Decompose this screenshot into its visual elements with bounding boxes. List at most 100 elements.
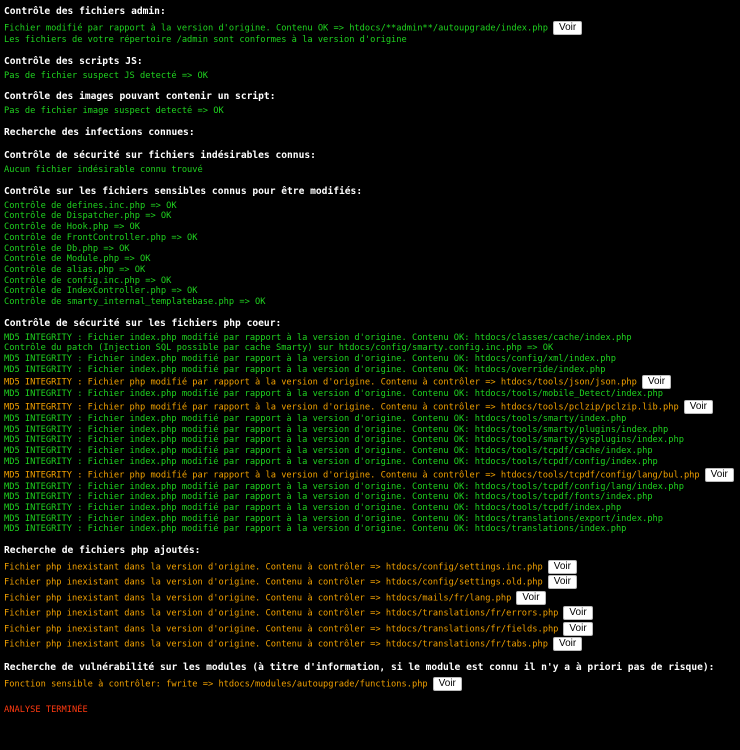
section-title: Contrôle de sécurité sur fichiers indési… bbox=[4, 150, 316, 162]
result-text: Fichier php inexistant dans la version d… bbox=[4, 624, 559, 634]
result-text: MD5 INTEGRITY : Fichier index.php modifi… bbox=[4, 513, 664, 524]
result-text: Contrôle de IndexController.php => OK bbox=[4, 286, 198, 297]
view-file-button[interactable]: Voir bbox=[516, 590, 546, 605]
result-text: Fichier php inexistant dans la version d… bbox=[4, 593, 512, 604]
section-modules: Recherche de vulnérabilité sur les modul… bbox=[4, 661, 740, 692]
result-text: MD5 INTEGRITY : Fichier index.php modifi… bbox=[4, 389, 664, 400]
result-line: Aucun fichier indésirable connu trouvé bbox=[4, 165, 740, 176]
result-text: MD5 INTEGRITY : Fichier index.php modifi… bbox=[4, 332, 632, 343]
result-line: Fichier php inexistant dans la version d… bbox=[4, 575, 740, 590]
view-file-button[interactable]: Voir bbox=[552, 636, 583, 651]
result-text: Contrôle de defines.inc.php => OK bbox=[4, 200, 177, 211]
result-text: Contrôle de Hook.php => OK bbox=[4, 222, 140, 233]
result-line: Fichier php inexistant dans la version d… bbox=[4, 636, 740, 652]
result-text: Fichier php inexistant dans la version d… bbox=[4, 639, 548, 650]
result-line: MD5 INTEGRITY : Fichier index.php modifi… bbox=[4, 482, 740, 493]
section-js: Contrôle des scripts JS: Pas de fichier s… bbox=[4, 55, 740, 82]
result-line: MD5 INTEGRITY : Fichier index.php modifi… bbox=[4, 365, 740, 376]
view-file-button[interactable]: Voir bbox=[547, 559, 577, 574]
result-text: Contrôle de smarty_internal_templatebase… bbox=[4, 296, 266, 307]
result-line: MD5 INTEGRITY : Fichier index.php modifi… bbox=[4, 425, 740, 436]
result-line: Contrôle de config.inc.php => OK bbox=[4, 276, 740, 287]
result-line: Fichier php inexistant dans la version d… bbox=[4, 606, 740, 621]
result-line: MD5 INTEGRITY : Fichier index.php modifi… bbox=[4, 503, 740, 514]
result-text: MD5 INTEGRITY : Fichier index.php modifi… bbox=[4, 424, 669, 435]
result-text: Contrôle du patch (Injection SQL possibl… bbox=[4, 343, 554, 354]
result-text: MD5 INTEGRITY : Fichier index.php modifi… bbox=[4, 492, 653, 503]
section-title: Recherche de fichiers php ajoutés: bbox=[4, 544, 201, 556]
result-line: MD5 INTEGRITY : Fichier index.php modifi… bbox=[4, 446, 740, 457]
result-line: Contrôle de Hook.php => OK bbox=[4, 222, 740, 233]
result-text: Contrôle de Db.php => OK bbox=[4, 243, 130, 254]
result-line: Contrôle de smarty_internal_templatebase… bbox=[4, 297, 740, 308]
result-list: Fichier php inexistant dans la version d… bbox=[4, 559, 740, 652]
section-images: Contrôle des images pouvant contenir un … bbox=[4, 90, 740, 117]
result-line: Fichier php inexistant dans la version d… bbox=[4, 621, 740, 637]
result-text: Pas de fichier image suspect detecté => … bbox=[4, 106, 224, 117]
result-list: Pas de fichier suspect JS detecté => OK bbox=[4, 71, 740, 82]
section-title: Recherche de vulnérabilité sur les modul… bbox=[4, 662, 715, 674]
result-text: Contrôle de alias.php => OK bbox=[4, 264, 146, 275]
result-text: MD5 INTEGRITY : Fichier index.php modifi… bbox=[4, 435, 684, 446]
result-line: Les fichiers de votre répertoire /admin … bbox=[4, 35, 740, 46]
result-text: MD5 INTEGRITY : Fichier index.php modifi… bbox=[4, 364, 606, 375]
result-text: Fichier modifié par rapport à la version… bbox=[4, 23, 548, 34]
result-text: MD5 INTEGRITY : Fichier php modifié par … bbox=[4, 470, 700, 480]
view-file-button[interactable]: Voir bbox=[563, 606, 593, 621]
result-text: MD5 INTEGRITY : Fichier index.php modifi… bbox=[4, 414, 627, 425]
result-line: MD5 INTEGRITY : Fichier php modifié par … bbox=[4, 400, 740, 415]
section-title: Contrôle de sécurité sur les fichiers ph… bbox=[4, 317, 282, 329]
result-line: MD5 INTEGRITY : Fichier index.php modifi… bbox=[4, 524, 740, 535]
result-list: MD5 INTEGRITY : Fichier index.php modifi… bbox=[4, 333, 740, 535]
result-line: Fonction sensible à contrôler: fwrite =>… bbox=[4, 677, 740, 692]
result-text: Contrôle de FrontController.php => OK bbox=[4, 232, 198, 243]
result-line: MD5 INTEGRITY : Fichier index.php modifi… bbox=[4, 435, 740, 446]
result-text: Fichier php inexistant dans la version d… bbox=[4, 562, 543, 573]
result-text: Contrôle de Dispatcher.php => OK bbox=[4, 211, 172, 222]
result-line: MD5 INTEGRITY : Fichier php modifié par … bbox=[4, 467, 740, 482]
result-text: MD5 INTEGRITY : Fichier php modifié par … bbox=[4, 402, 679, 413]
result-line: Fichier modifié par rapport à la version… bbox=[4, 21, 740, 35]
section-infections: Recherche des infections connues: bbox=[4, 126, 740, 140]
section-title: Contrôle des fichiers admin: bbox=[4, 6, 166, 17]
result-line: Contrôle de defines.inc.php => OK bbox=[4, 201, 740, 212]
result-line: Contrôle de alias.php => OK bbox=[4, 265, 740, 276]
result-list: Fonction sensible à contrôler: fwrite =>… bbox=[4, 677, 740, 692]
result-text: MD5 INTEGRITY : Fichier index.php modifi… bbox=[4, 456, 658, 467]
view-file-button[interactable]: Voir bbox=[432, 677, 462, 692]
section-title: Recherche des infections connues: bbox=[4, 127, 195, 139]
result-list: Pas de fichier image suspect detecté => … bbox=[4, 106, 740, 117]
scan-report: Contrôle des fichiers admin: Fichier modi… bbox=[0, 0, 740, 715]
result-line: MD5 INTEGRITY : Fichier index.php modifi… bbox=[4, 492, 740, 503]
result-line: Contrôle du patch (Injection SQL possibl… bbox=[4, 343, 740, 354]
result-text: Les fichiers de votre répertoire /admin … bbox=[4, 35, 407, 45]
section-admin: Contrôle des fichiers admin: Fichier modi… bbox=[4, 5, 740, 46]
view-file-button[interactable]: Voir bbox=[552, 21, 583, 35]
section-added: Recherche de fichiers php ajoutés: Fichie… bbox=[4, 544, 740, 652]
result-text: Contrôle de config.inc.php => OK bbox=[4, 275, 172, 286]
result-line: MD5 INTEGRITY : Fichier index.php modifi… bbox=[4, 333, 740, 344]
view-file-button[interactable]: Voir bbox=[547, 575, 577, 590]
section-sensitive: Contrôle sur les fichiers sensibles conn… bbox=[4, 185, 740, 308]
result-text: MD5 INTEGRITY : Fichier index.php modifi… bbox=[4, 502, 622, 513]
result-text: Aucun fichier indésirable connu trouvé bbox=[4, 165, 203, 176]
result-text: MD5 INTEGRITY : Fichier index.php modifi… bbox=[4, 354, 616, 364]
view-file-button[interactable]: Voir bbox=[641, 375, 672, 390]
result-line: MD5 INTEGRITY : Fichier php modifié par … bbox=[4, 375, 740, 390]
result-line: Fichier php inexistant dans la version d… bbox=[4, 559, 740, 575]
result-line: Fichier php inexistant dans la version d… bbox=[4, 590, 740, 606]
view-file-button[interactable]: Voir bbox=[683, 400, 713, 415]
result-text: Fichier php inexistant dans la version d… bbox=[4, 577, 543, 588]
section-undesirable: Contrôle de sécurité sur fichiers indési… bbox=[4, 149, 740, 176]
result-line: MD5 INTEGRITY : Fichier index.php modifi… bbox=[4, 389, 740, 400]
result-line: Contrôle de Dispatcher.php => OK bbox=[4, 211, 740, 222]
result-text: Fichier php inexistant dans la version d… bbox=[4, 608, 559, 619]
section-title: Contrôle sur les fichiers sensibles conn… bbox=[4, 185, 363, 197]
view-file-button[interactable]: Voir bbox=[563, 621, 593, 636]
result-line: Contrôle de IndexController.php => OK bbox=[4, 286, 740, 297]
view-file-button[interactable]: Voir bbox=[704, 467, 734, 482]
result-line: Pas de fichier suspect JS detecté => OK bbox=[4, 71, 740, 82]
result-text: MD5 INTEGRITY : Fichier php modifié par … bbox=[4, 377, 637, 388]
result-text: MD5 INTEGRITY : Fichier index.php modifi… bbox=[4, 481, 684, 492]
result-line: MD5 INTEGRITY : Fichier index.php modifi… bbox=[4, 457, 740, 468]
